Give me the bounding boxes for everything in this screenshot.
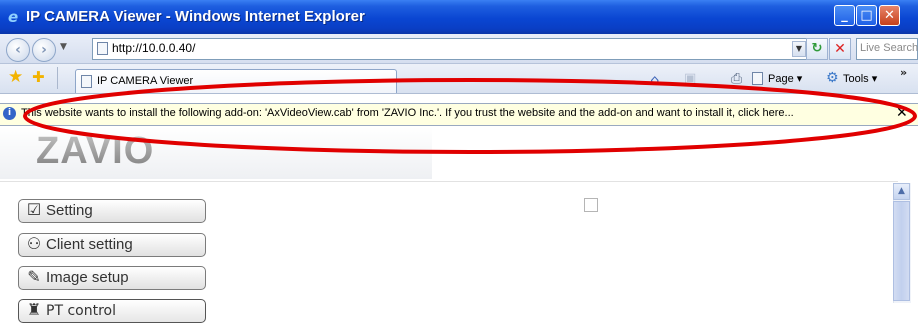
annotation-overlay: [23, 78, 917, 154]
highlight-ellipse: [23, 78, 917, 154]
